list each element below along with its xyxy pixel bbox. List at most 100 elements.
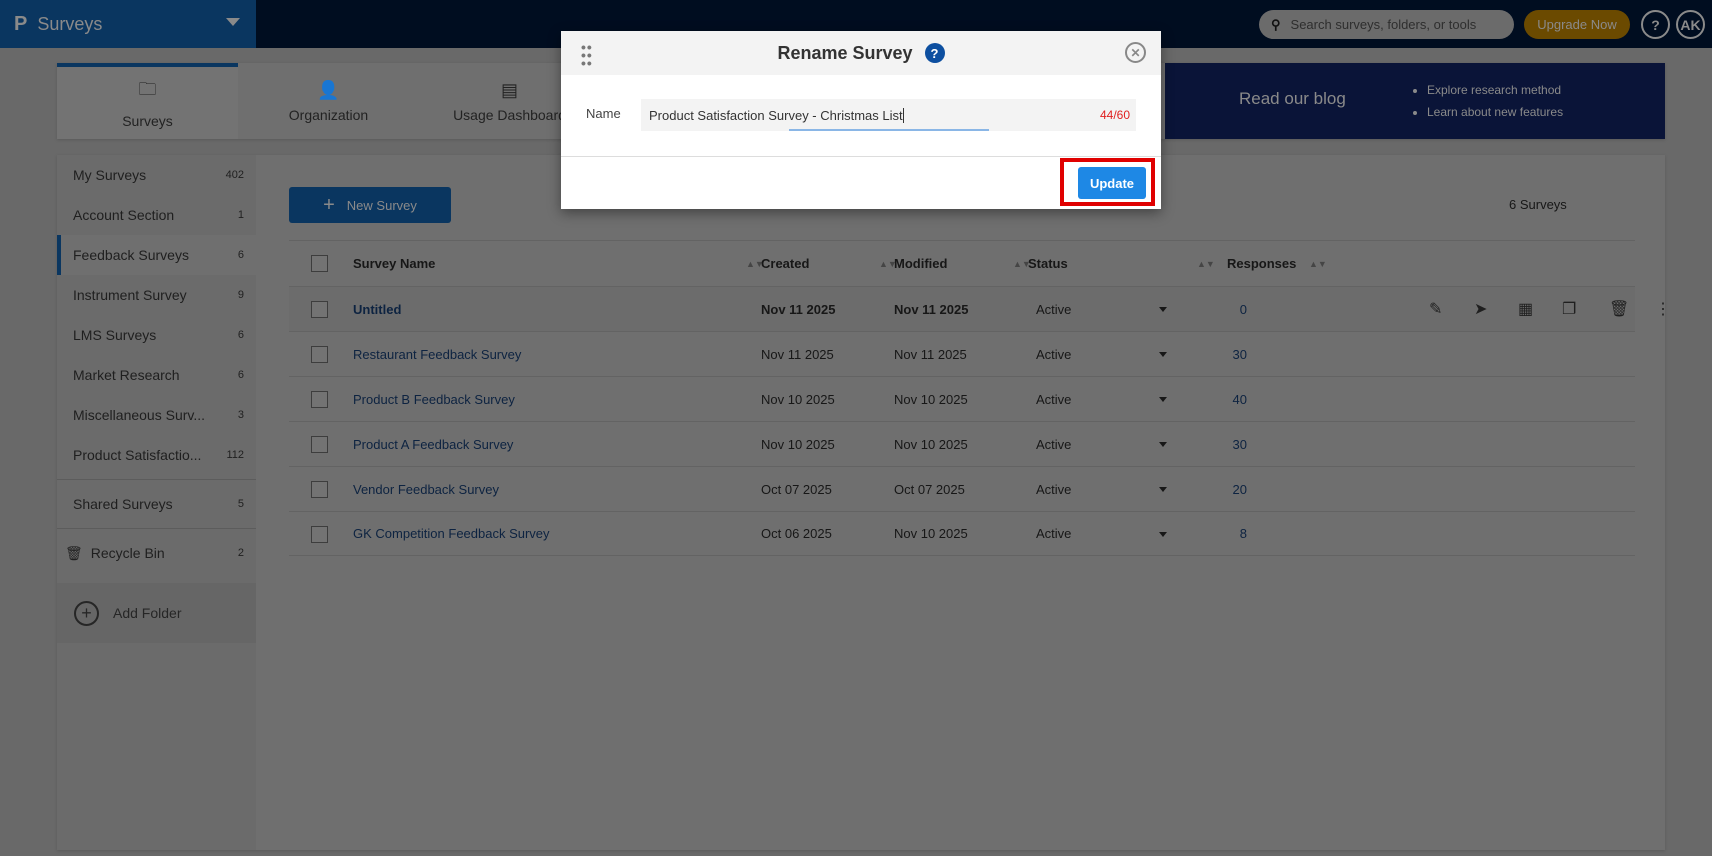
row-checkbox[interactable] [311, 481, 328, 498]
status-select[interactable]: Active [1036, 422, 1071, 466]
responses-count[interactable]: 0 [1207, 287, 1247, 331]
responses-count[interactable]: 20 [1207, 467, 1247, 511]
table-row[interactable]: Product B Feedback Survey Nov 10 2025 Nov … [289, 376, 1635, 421]
avatar[interactable]: AK [1676, 10, 1705, 39]
search-placeholder: Search surveys, folders, or tools [1290, 17, 1477, 32]
blog-item[interactable]: Learn about new features [1427, 101, 1563, 123]
upgrade-button[interactable]: Upgrade Now [1524, 10, 1630, 39]
table-row[interactable]: Vendor Feedback Survey Oct 07 2025 Oct 07 … [289, 466, 1635, 511]
responses-count[interactable]: 30 [1207, 422, 1247, 466]
survey-name-link[interactable]: Product A Feedback Survey [353, 422, 513, 466]
row-checkbox[interactable] [311, 301, 328, 318]
survey-table: Survey Name ▲▼ Created ▲▼ Modified ▲▼ St… [289, 240, 1671, 556]
sidebar-item-count: 1 [237, 209, 244, 221]
sidebar-item-label: LMS Surveys [73, 327, 157, 343]
created-date: Oct 07 2025 [761, 481, 832, 497]
blog-item[interactable]: Explore research method [1427, 79, 1563, 101]
table-row[interactable]: Product A Feedback Survey Nov 10 2025 Nov … [289, 421, 1635, 466]
sidebar-item-label: Account Section [73, 207, 175, 223]
survey-name-input[interactable]: Product Satisfaction Survey - Christmas … [641, 99, 1136, 131]
sidebar-item[interactable]: Account Section 1 [57, 195, 256, 235]
header-modified[interactable]: Modified [894, 241, 947, 286]
chevron-down-icon[interactable] [1159, 487, 1167, 492]
survey-name-link[interactable]: Product B Feedback Survey [353, 377, 515, 421]
select-all-checkbox[interactable] [311, 255, 328, 272]
sidebar-item-count: 6 [237, 369, 244, 381]
send-icon[interactable]: ➤ [1474, 287, 1487, 331]
responses-count[interactable]: 30 [1207, 332, 1247, 376]
sidebar-item[interactable]: Miscellaneous Surv... 3 [57, 395, 256, 435]
status-select[interactable]: Active [1036, 512, 1071, 555]
chevron-down-icon[interactable] [1159, 532, 1167, 537]
table-row[interactable]: Untitled Nov 11 2025 Nov 11 2025 Active 0 ✎ ➤ ▦… [289, 286, 1671, 331]
help-icon[interactable]: ? [924, 43, 945, 63]
help-button[interactable]: ? [1641, 10, 1670, 39]
status-select[interactable]: Active [1036, 332, 1071, 376]
folder-sidebar: My Surveys 402 Account Section 1 Feedback Su… [57, 155, 256, 850]
tab-surveys[interactable]: 🗀 Surveys [57, 63, 238, 139]
row-checkbox[interactable] [311, 391, 328, 408]
sort-icon[interactable]: ▲▼ [1197, 241, 1215, 286]
modified-date: Nov 11 2025 [894, 301, 969, 317]
close-icon[interactable]: ✕ [1125, 42, 1146, 63]
status-select[interactable]: Active [1036, 287, 1071, 331]
header-survey-name[interactable]: Survey Name [353, 241, 435, 286]
chevron-down-icon[interactable] [1159, 307, 1167, 312]
sidebar-item[interactable]: Feedback Surveys 6 [57, 235, 256, 275]
header-created[interactable]: Created [761, 241, 809, 286]
status-select[interactable]: Active [1036, 377, 1071, 421]
more-icon[interactable]: ⋮ [1655, 287, 1671, 331]
add-folder-button[interactable]: + Add Folder [57, 583, 256, 643]
sidebar-item[interactable]: My Surveys 402 [57, 155, 256, 195]
chevron-down-icon[interactable] [1159, 442, 1167, 447]
delete-icon[interactable]: 🗑 [1609, 287, 1629, 331]
survey-name-link[interactable]: Untitled [353, 287, 401, 331]
update-button[interactable]: Update [1078, 167, 1146, 199]
sidebar-item-label: My Surveys [73, 167, 147, 183]
header-status[interactable]: Status [1028, 241, 1068, 286]
responses-count[interactable]: 8 [1207, 512, 1247, 555]
new-survey-button[interactable]: + New Survey [289, 187, 451, 223]
folder-icon: 🗀 [138, 79, 157, 99]
blog-banner[interactable]: Read our blog Explore research methodLea… [1165, 63, 1665, 139]
status-select[interactable]: Active [1036, 467, 1071, 511]
sidebar-item-label: Market Research [73, 367, 180, 383]
sidebar-item[interactable]: LMS Surveys 6 [57, 315, 256, 355]
created-date: Nov 10 2025 [761, 436, 835, 452]
add-folder-label: Add Folder [113, 605, 182, 621]
text-cursor [902, 107, 904, 123]
row-checkbox[interactable] [311, 526, 328, 543]
chevron-down-icon[interactable] [1159, 352, 1167, 357]
report-icon[interactable]: ▦ [1518, 287, 1533, 331]
product-switcher[interactable]: P Surveys [0, 0, 256, 48]
survey-name-link[interactable]: GK Competition Feedback Survey [353, 512, 550, 555]
name-label: Name [586, 106, 621, 121]
sort-icon[interactable]: ▲▼ [1309, 241, 1327, 286]
sidebar-item[interactable]: Product Satisfactio... 112 [57, 435, 256, 475]
responses-count[interactable]: 40 [1207, 377, 1247, 421]
sidebar-item-recycle-bin[interactable]: 🗑 Recycle Bin 2 [57, 533, 256, 573]
sidebar-item[interactable]: Market Research 6 [57, 355, 256, 395]
sidebar-item-label: Feedback Surveys [73, 247, 189, 263]
row-checkbox[interactable] [311, 346, 328, 363]
drag-handle-icon[interactable]: •• •• •• [581, 40, 593, 70]
chevron-down-icon[interactable] [1159, 397, 1167, 402]
survey-name-link[interactable]: Restaurant Feedback Survey [353, 332, 521, 376]
table-row[interactable]: Restaurant Feedback Survey Nov 11 2025 Nov… [289, 331, 1635, 376]
product-name: Surveys [37, 13, 103, 34]
sidebar-item[interactable]: Instrument Survey 9 [57, 275, 256, 315]
sidebar-item-count: 112 [226, 449, 244, 461]
row-checkbox[interactable] [311, 436, 328, 453]
tab-organization[interactable]: 👤 Organization [238, 63, 419, 139]
header-responses[interactable]: Responses [1227, 241, 1296, 286]
survey-name-link[interactable]: Vendor Feedback Survey [353, 467, 499, 511]
sidebar-item-shared-surveys[interactable]: Shared Surveys 5 [57, 484, 256, 524]
rename-survey-dialog: •• •• •• Rename Survey ? ✕ Name Product Sa… [561, 31, 1161, 209]
copy-icon[interactable]: ❐ [1562, 287, 1576, 331]
divider [57, 528, 256, 529]
created-date: Oct 06 2025 [761, 526, 832, 541]
search-input[interactable]: ⚲ Search surveys, folders, or tools [1259, 10, 1514, 39]
edit-icon[interactable]: ✎ [1429, 287, 1442, 331]
table-row[interactable]: GK Competition Feedback Survey Oct 06 202… [289, 511, 1635, 556]
tab-label: Surveys [122, 113, 173, 129]
